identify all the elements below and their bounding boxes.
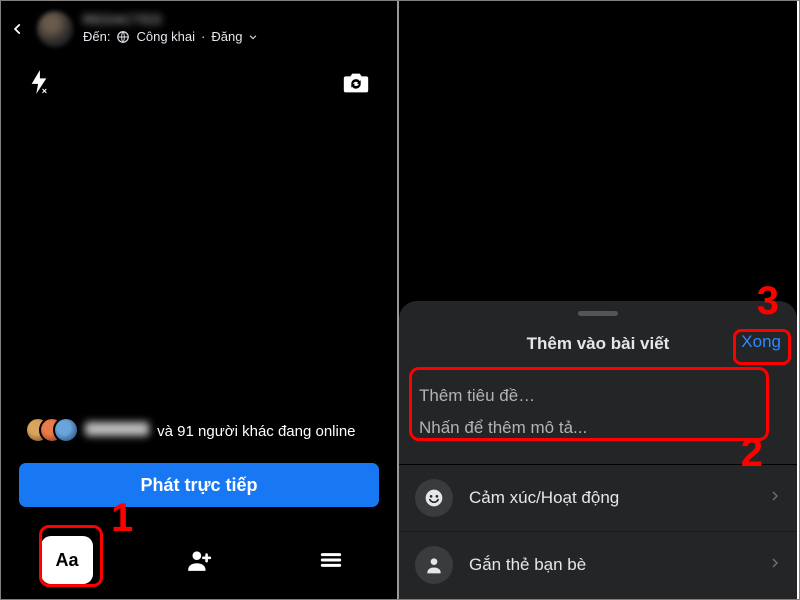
smile-icon bbox=[415, 479, 453, 517]
online-text: và 91 người khác đang online bbox=[85, 422, 356, 440]
privacy-row[interactable]: Đến: Công khai · Đăng bbox=[83, 29, 258, 46]
tag-friends-icon bbox=[415, 546, 453, 584]
flash-off-icon[interactable]: × bbox=[25, 68, 53, 96]
more-tab[interactable] bbox=[305, 536, 357, 584]
option-tag-friends[interactable]: Gắn thẻ bạn bè bbox=[399, 531, 797, 598]
post-options: Cảm xúc/Hoạt động Gắn thẻ bạn bè bbox=[399, 464, 797, 598]
hidden-name bbox=[85, 422, 149, 436]
online-friends-row[interactable]: và 91 người khác đang online bbox=[25, 417, 373, 445]
post-fields: Thêm tiêu đề… Nhấn để thêm mô tả... bbox=[399, 370, 797, 464]
post-label: Đăng bbox=[211, 29, 242, 46]
live-compose-screen: REDACTED Đến: Công khai · Đăng × bbox=[1, 1, 399, 599]
back-button[interactable] bbox=[9, 20, 27, 38]
svg-text:×: × bbox=[42, 86, 47, 95]
bottom-tabbar: Aa bbox=[1, 521, 397, 599]
go-live-button[interactable]: Phát trực tiếp bbox=[19, 463, 379, 507]
header-text: REDACTED Đến: Công khai · Đăng bbox=[83, 12, 258, 46]
aa-icon: Aa bbox=[55, 550, 78, 571]
chevron-right-icon bbox=[769, 487, 781, 510]
add-to-post-sheet: Thêm vào bài viết Xong Thêm tiêu đề… Nhấ… bbox=[399, 301, 797, 599]
invite-friends-tab[interactable] bbox=[173, 536, 225, 584]
sheet-title: Thêm vào bài viết bbox=[527, 334, 670, 353]
compose-header: REDACTED Đến: Công khai · Đăng bbox=[1, 1, 397, 51]
dot-separator: · bbox=[201, 29, 205, 46]
camera-controls: × bbox=[1, 51, 397, 99]
description-field[interactable]: Nhấn để thêm mô tả... bbox=[415, 412, 781, 444]
friend-avatars bbox=[25, 417, 73, 445]
text-style-tab[interactable]: Aa bbox=[41, 536, 93, 584]
globe-icon bbox=[116, 30, 130, 44]
add-to-post-screen: Thêm vào bài viết Xong Thêm tiêu đề… Nhấ… bbox=[399, 1, 797, 599]
privacy-label: Công khai bbox=[136, 29, 195, 46]
to-prefix: Đến: bbox=[83, 29, 110, 46]
option-feeling-activity[interactable]: Cảm xúc/Hoạt động bbox=[399, 465, 797, 531]
profile-avatar[interactable] bbox=[37, 11, 73, 47]
option-label: Cảm xúc/Hoạt động bbox=[469, 488, 619, 508]
sheet-header: Thêm vào bài viết Xong bbox=[399, 326, 797, 370]
switch-camera-icon[interactable] bbox=[339, 65, 373, 99]
title-field[interactable]: Thêm tiêu đề… bbox=[415, 380, 781, 412]
chevron-right-icon bbox=[769, 554, 781, 577]
option-label: Gắn thẻ bạn bè bbox=[469, 555, 586, 575]
chevron-down-icon bbox=[248, 32, 258, 42]
done-button[interactable]: Xong bbox=[741, 332, 781, 352]
sheet-grabber[interactable] bbox=[578, 311, 618, 316]
profile-name: REDACTED bbox=[83, 12, 258, 29]
